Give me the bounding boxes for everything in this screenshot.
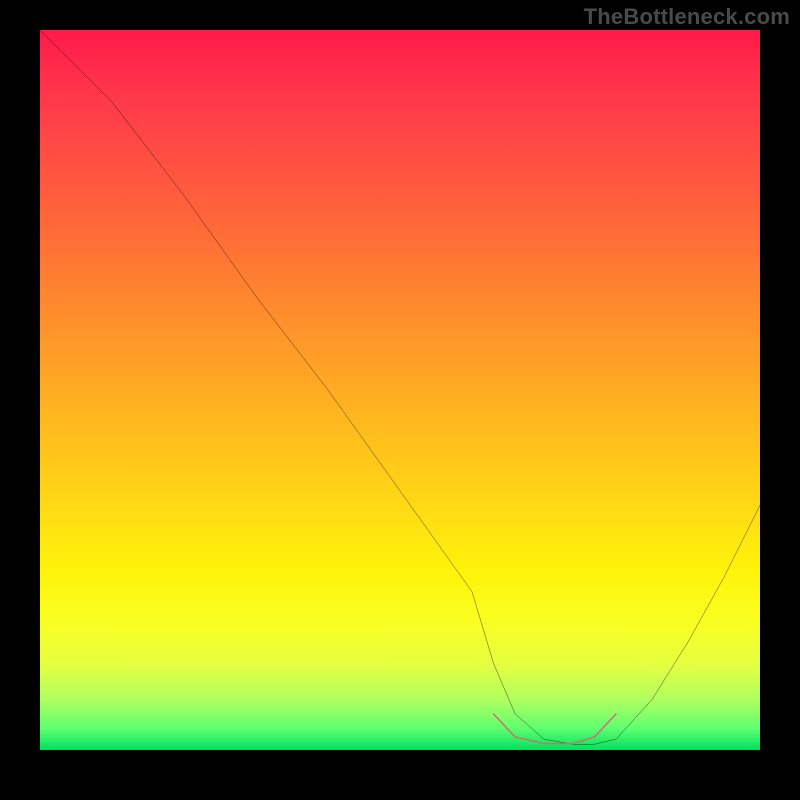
chart-frame: TheBottleneck.com xyxy=(0,0,800,800)
watermark-text: TheBottleneck.com xyxy=(584,4,790,30)
curve-layer xyxy=(40,30,760,750)
bottleneck-curve xyxy=(40,30,760,744)
plot-area xyxy=(40,30,760,750)
optimal-range-marker xyxy=(494,714,616,744)
